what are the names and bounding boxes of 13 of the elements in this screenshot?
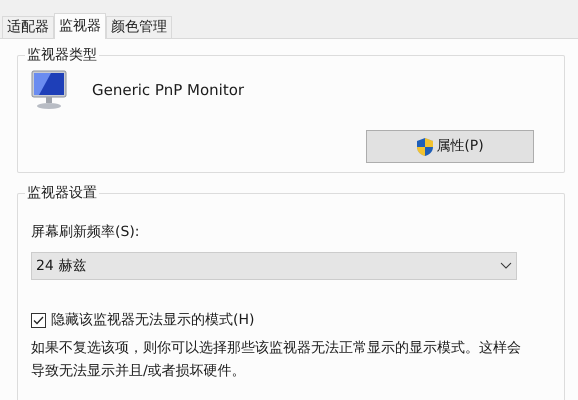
warning-text: 如果不复选该项，则你可以选择那些该监视器无法正常显示的显示模式。这样会导致无法显示并且/或者损坏硬件。 <box>31 339 522 381</box>
hide-modes-checkbox[interactable]: 隐藏该监视器无法显示的模式(H) <box>31 310 551 331</box>
refresh-dropdown[interactable]: 24 赫兹 <box>31 252 517 280</box>
tab[interactable]: 适配器 <box>2 16 54 38</box>
refresh-label: 屏幕刷新频率(S): <box>31 223 141 242</box>
tab[interactable]: 颜色管理 <box>106 16 172 38</box>
tab[interactable]: 监视器 <box>54 13 106 39</box>
monitor-name: Generic PnP Monitor <box>92 80 244 101</box>
shield-icon <box>416 136 434 156</box>
chevron-down-icon <box>500 262 512 270</box>
check-icon <box>33 316 44 325</box>
properties-button[interactable]: 属性(P) <box>366 130 534 163</box>
monitor-icon <box>31 70 67 110</box>
